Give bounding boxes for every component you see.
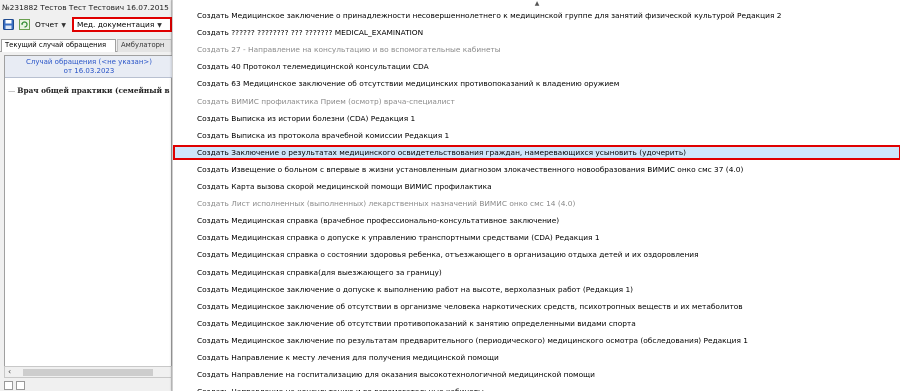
menu-item[interactable]: Создать Медицинское заключение о принадл… bbox=[173, 8, 900, 23]
menu-item[interactable]: Создать Направление к месту лечения для … bbox=[173, 350, 900, 365]
menu-item[interactable]: Создать Медицинская справка о допуске к … bbox=[173, 230, 900, 245]
menu-item[interactable]: Создать Медицинская справка(для выезжающ… bbox=[173, 265, 900, 280]
caret-down-icon: ▼ bbox=[157, 22, 162, 29]
med-docs-button[interactable]: Мед. документация ▼ bbox=[72, 17, 172, 32]
menu-item[interactable]: Создать Направление на консультацию и во… bbox=[173, 384, 900, 391]
checkbox[interactable] bbox=[4, 381, 13, 390]
med-docs-label: Мед. документация bbox=[77, 20, 155, 29]
menu-item[interactable]: Создать ?????? ???????? ??? ??????? MEDI… bbox=[173, 25, 900, 40]
tab-strip: Текущий случай обращения Амбулаторн bbox=[0, 38, 172, 52]
tree-connector: — bbox=[8, 86, 16, 95]
case-header[interactable]: Случай обращения (<не указан>) от 16.03.… bbox=[5, 56, 173, 78]
report-label: Отчет bbox=[35, 20, 59, 29]
case-title: Случай обращения (<не указан>) bbox=[25, 58, 153, 66]
menu-item[interactable]: Создать Медицинская справка о состоянии … bbox=[173, 247, 900, 262]
scroll-up-icon[interactable]: ▲ bbox=[173, 0, 900, 8]
checkbox[interactable] bbox=[16, 381, 25, 390]
med-docs-dropdown-menu: ▲ Создать Медицинское заключение о прина… bbox=[172, 0, 900, 391]
menu-item[interactable]: Создать Выписка из протокола врачебной к… bbox=[173, 128, 900, 143]
report-button[interactable]: Отчет ▼ bbox=[35, 20, 66, 29]
menu-item[interactable]: Создать 40 Протокол телемедицинской конс… bbox=[173, 59, 900, 74]
save-icon[interactable] bbox=[3, 19, 14, 30]
tab-ambulatory[interactable]: Амбулаторн bbox=[117, 39, 172, 52]
menu-item[interactable]: Создать Медицинское заключение по резуль… bbox=[173, 333, 900, 348]
menu-item[interactable]: Создать Выписка из истории болезни (CDA)… bbox=[173, 111, 900, 126]
horizontal-scrollbar[interactable]: ‹ bbox=[4, 366, 172, 378]
doctor-label: Врач общей практики (семейный в bbox=[17, 86, 170, 95]
doctor-row[interactable]: — Врач общей практики (семейный в bbox=[8, 86, 170, 95]
refresh-icon[interactable] bbox=[19, 19, 30, 30]
menu-item[interactable]: Создать Медицинское заключение о допуске… bbox=[173, 282, 900, 297]
menu-item-highlighted[interactable]: Создать Заключение о результатах медицин… bbox=[173, 144, 900, 160]
scrollbar-thumb[interactable] bbox=[23, 369, 153, 376]
menu-item[interactable]: Создать 63 Медицинское заключение об отс… bbox=[173, 76, 900, 91]
menu-item[interactable]: Создать Медицинское заключение об отсутс… bbox=[173, 299, 900, 314]
toolbar: Отчет ▼ Мед. документация ▼ bbox=[0, 17, 172, 33]
window-title: №231882 Тестов Тест Тестович 16.07.2015 bbox=[2, 3, 169, 12]
case-date: от 16.03.2023 bbox=[63, 67, 115, 75]
menu-item[interactable]: Создать Направление на госпитализацию дл… bbox=[173, 367, 900, 382]
scroll-left-icon[interactable]: ‹ bbox=[8, 367, 11, 376]
menu-item[interactable]: Создать Извещение о больном с впервые в … bbox=[173, 162, 900, 177]
caret-down-icon: ▼ bbox=[61, 22, 66, 29]
menu-item[interactable]: Создать Медицинское заключение об отсутс… bbox=[173, 316, 900, 331]
menu-item[interactable]: Создать 27 - Направление на консультацию… bbox=[173, 42, 900, 57]
tab-current-case[interactable]: Текущий случай обращения bbox=[1, 39, 116, 52]
bottom-controls bbox=[4, 381, 28, 391]
menu-item[interactable]: Создать Карта вызова скорой медицинской … bbox=[173, 179, 900, 194]
menu-item[interactable]: Создать Медицинская справка (врачебное п… bbox=[173, 213, 900, 228]
menu-item[interactable]: Создать Лист исполненных (выполненных) л… bbox=[173, 196, 900, 211]
main-window: №231882 Тестов Тест Тестович 16.07.2015 … bbox=[0, 0, 173, 391]
case-tree: Случай обращения (<не указан>) от 16.03.… bbox=[4, 55, 173, 373]
menu-item[interactable]: Создать ВИМИС профилактика Прием (осмотр… bbox=[173, 94, 900, 109]
